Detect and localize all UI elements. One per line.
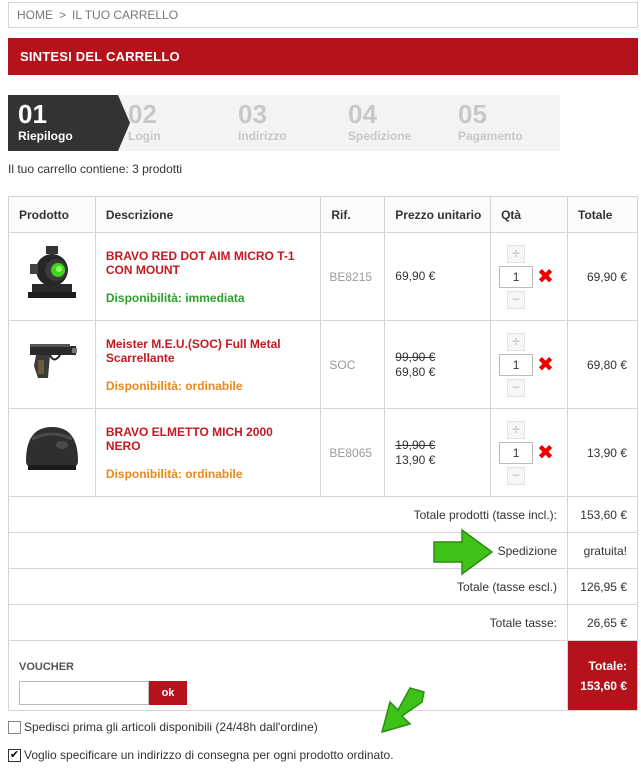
step-arrow <box>118 95 130 151</box>
cart-table: Prodotto Descrizione Rif. Prezzo unitari… <box>7 196 638 711</box>
step-pagamento[interactable]: 05 Pagamento <box>448 95 560 151</box>
step-number: 01 <box>18 99 47 129</box>
step-label: Indirizzo <box>238 129 287 143</box>
qty-minus-button[interactable]: − <box>507 290 526 309</box>
qty-plus-button[interactable]: + <box>507 332 526 351</box>
qty-plus-button[interactable]: + <box>507 420 526 439</box>
option-label: Spedisci prima gli articoli disponibili … <box>24 720 318 734</box>
breadcrumb-home-link[interactable]: HOME <box>17 8 53 22</box>
multi-address-checkbox[interactable]: ✔ <box>8 748 21 762</box>
cart-count: Il tuo carrello contiene: 3 prodotti <box>8 162 183 176</box>
product-name-link[interactable]: Meister M.E.U.(SOC) Full Metal Scarrella… <box>106 337 310 365</box>
old-price: 99,90 € <box>395 349 436 364</box>
qty-input[interactable] <box>499 353 534 376</box>
summary-value: gratuita! <box>567 532 638 569</box>
option-label: Voglio specificare un indirizzo di conse… <box>24 748 394 762</box>
header-total: Totale <box>567 196 638 233</box>
row-total: 69,90 € <box>567 232 638 321</box>
qty-minus-button[interactable]: − <box>507 378 526 397</box>
product-ref: BE8065 <box>320 408 386 497</box>
header-ref: Rif. <box>320 196 386 233</box>
grand-total-value: 153,60 € <box>580 678 627 693</box>
voucher-ok-button[interactable]: ok <box>149 680 187 705</box>
product-ref: BE8215 <box>320 232 386 321</box>
breadcrumb-separator: > <box>59 8 67 22</box>
unit-price: 69,90 € <box>395 269 436 283</box>
header-product: Prodotto <box>8 196 96 233</box>
page-title: SINTESI DEL CARRELLO <box>8 38 638 75</box>
green-arrow-icon <box>433 528 494 576</box>
step-number: 03 <box>238 99 267 129</box>
qty-minus-button[interactable]: − <box>507 466 526 485</box>
step-number: 05 <box>458 99 487 129</box>
unit-price: 69,80 € <box>395 364 436 379</box>
step-riepilogo[interactable]: 01 Riepilogo <box>8 95 130 151</box>
product-image-red-dot[interactable] <box>24 244 80 306</box>
product-image-helmet[interactable] <box>22 421 82 481</box>
old-price: 19,90 € <box>395 437 436 452</box>
green-arrow-icon <box>380 687 425 734</box>
option-multi-address[interactable]: ✔ Voglio specificare un indirizzo di con… <box>8 748 394 762</box>
step-arrow <box>448 95 460 151</box>
qty-input[interactable] <box>499 265 534 288</box>
header-unit-price: Prezzo unitario <box>384 196 492 233</box>
option-ship-available[interactable]: Spedisci prima gli articoli disponibili … <box>8 720 318 734</box>
summary-label: Totale tasse: <box>7 604 569 641</box>
summary-value: 126,95 € <box>567 568 638 605</box>
summary-row-excl-tax: Totale (tasse escl.) 126,95 € <box>7 568 638 605</box>
step-arrow <box>338 95 350 151</box>
qty-input[interactable] <box>499 441 534 464</box>
table-row: Meister M.E.U.(SOC) Full Metal Scarrella… <box>8 320 638 409</box>
breadcrumb: HOME > IL TUO CARRELLO <box>8 2 638 28</box>
breadcrumb-current: IL TUO CARRELLO <box>72 8 179 22</box>
step-number: 04 <box>348 99 377 129</box>
step-login[interactable]: 02 Login <box>118 95 240 151</box>
table-row: BRAVO RED DOT AIM MICRO T-1 CON MOUNT Di… <box>8 232 638 321</box>
row-total: 69,80 € <box>567 320 638 409</box>
ship-available-checkbox[interactable] <box>8 720 21 734</box>
step-label: Spedizione <box>348 129 412 143</box>
voucher-form: ok <box>19 680 567 705</box>
voucher-input[interactable] <box>19 680 149 705</box>
summary-row-shipping: Spedizione gratuita! <box>7 532 638 569</box>
header-qty: Qtà <box>490 196 569 233</box>
step-label: Riepilogo <box>18 129 73 143</box>
step-spedizione[interactable]: 04 Spedizione <box>338 95 460 151</box>
availability-label: Disponibilità: immediata <box>105 290 245 305</box>
delete-icon[interactable]: ✖ <box>537 443 554 463</box>
step-number: 02 <box>128 99 157 129</box>
summary-value: 153,60 € <box>567 496 638 533</box>
summary-value: 26,65 € <box>567 604 638 641</box>
step-label: Pagamento <box>458 129 523 143</box>
voucher-title: VOUCHER <box>19 660 75 673</box>
step-indirizzo[interactable]: 03 Indirizzo <box>228 95 350 151</box>
grand-total: Totale: 153,60 € <box>567 640 638 711</box>
availability-label: Disponibilità: ordinabile <box>105 378 243 393</box>
step-label: Login <box>128 129 161 143</box>
step-arrow <box>228 95 240 151</box>
table-header-row: Prodotto Descrizione Rif. Prezzo unitari… <box>8 196 638 233</box>
qty-plus-button[interactable]: + <box>507 244 526 263</box>
summary-row-tax: Totale tasse: 26,65 € <box>7 604 638 641</box>
header-description: Descrizione <box>94 196 322 233</box>
checkout-steps: 01 Riepilogo 02 Login 03 Indirizzo 04 Sp… <box>8 95 560 151</box>
availability-label: Disponibilità: ordinabile <box>105 466 243 481</box>
table-row: BRAVO ELMETTO MICH 2000 NERO Disponibili… <box>8 408 638 497</box>
grand-total-label: Totale: <box>588 658 627 673</box>
product-name-link[interactable]: BRAVO ELMETTO MICH 2000 NERO <box>106 425 310 453</box>
delete-icon[interactable]: ✖ <box>537 355 554 375</box>
product-name-link[interactable]: BRAVO RED DOT AIM MICRO T-1 CON MOUNT <box>106 249 310 277</box>
voucher-row: VOUCHER ok Totale: 153,60 € <box>7 640 638 711</box>
row-total: 13,90 € <box>567 408 638 497</box>
product-image-pistol[interactable] <box>24 338 80 388</box>
unit-price: 13,90 € <box>395 452 436 467</box>
summary-row-products: Totale prodotti (tasse incl.): 153,60 € <box>7 496 638 533</box>
delete-icon[interactable]: ✖ <box>537 267 554 287</box>
product-ref: SOC <box>320 320 386 409</box>
